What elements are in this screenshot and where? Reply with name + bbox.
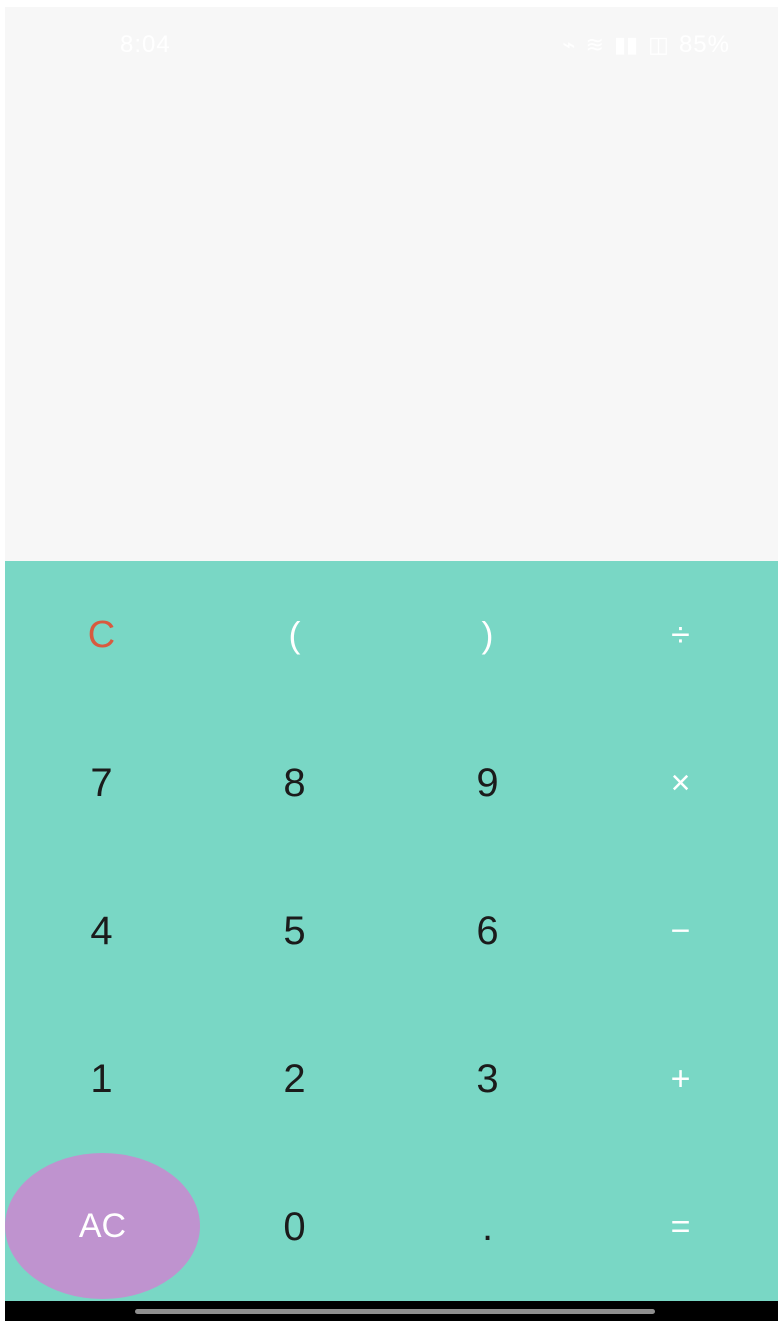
close-parenthesis-button[interactable]: ) [391, 561, 584, 709]
digit-7-button[interactable]: 7 [5, 709, 198, 857]
subtract-button[interactable]: − [584, 857, 777, 1005]
divide-button[interactable]: ÷ [584, 561, 777, 709]
digit-3-button[interactable]: 3 [391, 1005, 584, 1153]
digit-4-button[interactable]: 4 [5, 857, 198, 1005]
cellular-signal-icon: ▮▮ [613, 32, 639, 57]
digit-5-button[interactable]: 5 [198, 857, 391, 1005]
battery-percent: 85% [678, 31, 730, 58]
digit-1-button[interactable]: 1 [5, 1005, 198, 1153]
decimal-point-button[interactable]: . [391, 1153, 584, 1301]
wifi-signal-icon: ◫ [648, 32, 669, 57]
navigation-bar [5, 1301, 778, 1321]
open-parenthesis-button[interactable]: ( [198, 561, 391, 709]
bluetooth-muted-icon: ⌁ [562, 32, 576, 57]
all-clear-button[interactable]: AC [5, 1153, 200, 1299]
digit-6-button[interactable]: 6 [391, 857, 584, 1005]
calculator-screen: 8:04 ⌁ ≋ ▮▮ ◫ 85% C ( ) ÷ 7 8 9 × 4 5 6 … [5, 7, 778, 1321]
equals-button[interactable]: = [584, 1153, 777, 1301]
clear-entry-button[interactable]: C [5, 561, 198, 709]
digit-0-button[interactable]: 0 [198, 1153, 391, 1301]
home-indicator[interactable] [135, 1309, 655, 1314]
status-bar: 8:04 ⌁ ≋ ▮▮ ◫ 85% [5, 7, 778, 87]
status-icons: ⌁ ≋ ▮▮ ◫ 85% [562, 31, 730, 59]
digit-9-button[interactable]: 9 [391, 709, 584, 857]
keypad: C ( ) ÷ 7 8 9 × 4 5 6 − 1 2 3 + 0 . = AC [5, 561, 778, 1301]
vibrate-icon: ≋ [585, 32, 604, 57]
add-button[interactable]: + [584, 1005, 777, 1153]
multiply-button[interactable]: × [584, 709, 777, 857]
digit-8-button[interactable]: 8 [198, 709, 391, 857]
digit-2-button[interactable]: 2 [198, 1005, 391, 1153]
status-time: 8:04 [120, 31, 171, 58]
calculator-display [5, 87, 778, 562]
